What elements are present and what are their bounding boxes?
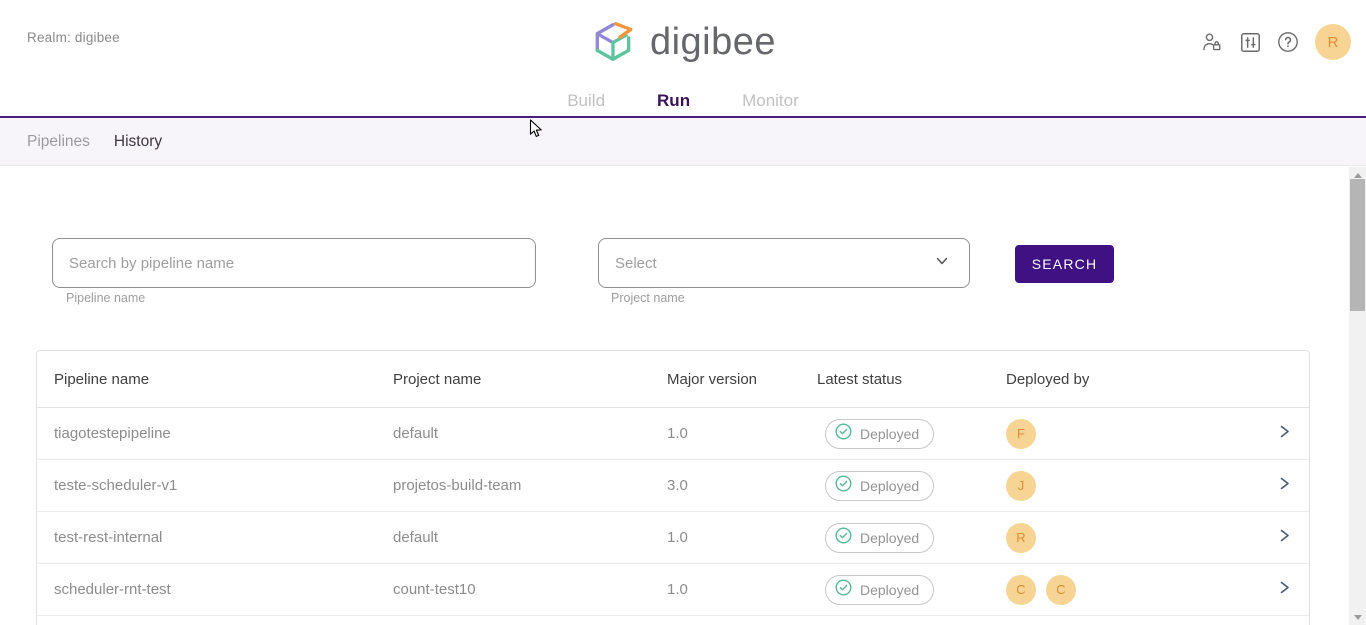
col-major-version: Major version xyxy=(667,371,817,388)
main-nav: Build Run Monitor xyxy=(0,91,1366,111)
release-notes-icon[interactable] xyxy=(1239,31,1261,53)
deployer-avatar: R xyxy=(1006,523,1036,553)
deployments-table: Pipeline name Project name Major version… xyxy=(36,350,1310,625)
pipeline-name-helper: Pipeline name xyxy=(66,291,145,305)
major-version-cell: 3.0 xyxy=(667,477,817,494)
project-name-cell: default xyxy=(393,529,667,546)
table-header-row: Pipeline name Project name Major version… xyxy=(37,351,1309,408)
deployer-avatar: F xyxy=(1006,419,1036,449)
status-label: Deployed xyxy=(860,582,919,598)
chevron-right-icon xyxy=(1277,580,1292,599)
chevron-right-icon xyxy=(1277,528,1292,547)
row-chevron[interactable] xyxy=(1262,580,1292,599)
chevron-down-icon xyxy=(933,252,951,274)
table-row[interactable]: teste-scheduler-v1 projetos-build-team 3… xyxy=(37,460,1309,512)
check-circle-icon xyxy=(835,475,852,496)
status-badge: Deployed xyxy=(825,523,934,553)
table-row[interactable]: test-rest-internal default 1.0 Deployed … xyxy=(37,512,1309,564)
header-icons: R xyxy=(1201,24,1351,60)
deployer-avatar: C xyxy=(1006,575,1036,605)
search-button[interactable]: SEARCH xyxy=(1015,245,1114,283)
chevron-right-icon xyxy=(1277,424,1292,443)
check-circle-icon xyxy=(835,579,852,600)
row-chevron[interactable] xyxy=(1262,528,1292,547)
col-deployed-by: Deployed by xyxy=(1006,371,1262,388)
tab-monitor[interactable]: Monitor xyxy=(742,91,799,111)
chevron-right-icon xyxy=(1277,476,1292,495)
deployer-avatar: C xyxy=(1046,575,1076,605)
check-circle-icon xyxy=(835,423,852,444)
latest-status-cell: Deployed xyxy=(817,523,1006,553)
tab-run[interactable]: Run xyxy=(657,91,690,111)
major-version-cell: 1.0 xyxy=(667,425,817,442)
status-badge: Deployed xyxy=(825,575,934,605)
status-label: Deployed xyxy=(860,530,919,546)
deployed-by-cell: F xyxy=(1006,419,1262,449)
deployed-by-cell: R xyxy=(1006,523,1262,553)
subnav-item-pipelines[interactable]: Pipelines xyxy=(27,133,90,151)
digibee-cube-icon xyxy=(590,20,636,69)
user-avatar[interactable]: R xyxy=(1315,24,1351,60)
major-version-cell: 1.0 xyxy=(667,529,817,546)
brand-logo: digibee xyxy=(590,20,776,69)
vertical-scrollbar[interactable] xyxy=(1349,167,1366,625)
pipeline-name-cell: scheduler-rnt-test xyxy=(54,581,393,598)
project-select-value: Select xyxy=(615,255,657,272)
user-lock-icon[interactable] xyxy=(1201,31,1223,53)
search-input[interactable] xyxy=(52,238,536,288)
status-badge: Deployed xyxy=(825,419,934,449)
latest-status-cell: Deployed xyxy=(817,419,1006,449)
status-badge: Deployed xyxy=(825,471,934,501)
deployed-by-cell: CC xyxy=(1006,575,1262,605)
mouse-cursor xyxy=(529,119,544,145)
row-chevron[interactable] xyxy=(1262,424,1292,443)
latest-status-cell: Deployed xyxy=(817,575,1006,605)
table-row[interactable]: tiagotestepipeline default 1.0 Deployed … xyxy=(37,408,1309,460)
col-project-name: Project name xyxy=(393,371,667,388)
project-name-cell: default xyxy=(393,425,667,442)
brand-wordmark: digibee xyxy=(650,23,776,67)
pipeline-name-cell: test-rest-internal xyxy=(54,529,393,546)
scrollbar-down-arrow[interactable] xyxy=(1349,609,1366,625)
digibee-run-history-page: Realm: digibee digibee Build Run Monitor xyxy=(0,0,1366,625)
realm-label: Realm: digibee xyxy=(27,30,120,45)
project-select[interactable]: Select xyxy=(598,238,970,288)
project-name-helper: Project name xyxy=(611,291,685,305)
deployer-avatar: J xyxy=(1006,471,1036,501)
project-name-cell: projetos-build-team xyxy=(393,477,667,494)
status-label: Deployed xyxy=(860,478,919,494)
latest-status-cell: Deployed xyxy=(817,471,1006,501)
table-body: tiagotestepipeline default 1.0 Deployed … xyxy=(37,408,1309,616)
status-label: Deployed xyxy=(860,426,919,442)
major-version-cell: 1.0 xyxy=(667,581,817,598)
table-row[interactable]: scheduler-rnt-test count-test10 1.0 Depl… xyxy=(37,564,1309,616)
subnav: Pipelines History xyxy=(0,116,1366,166)
help-icon[interactable] xyxy=(1277,31,1299,53)
pipeline-name-cell: tiagotestepipeline xyxy=(54,425,393,442)
scrollbar-thumb[interactable] xyxy=(1350,179,1365,311)
check-circle-icon xyxy=(835,527,852,548)
tab-build[interactable]: Build xyxy=(567,91,605,111)
pipeline-name-cell: teste-scheduler-v1 xyxy=(54,477,393,494)
project-name-cell: count-test10 xyxy=(393,581,667,598)
col-pipeline-name: Pipeline name xyxy=(54,371,393,388)
deployed-by-cell: J xyxy=(1006,471,1262,501)
header: Realm: digibee digibee Build Run Monitor xyxy=(0,0,1366,116)
col-latest-status: Latest status xyxy=(817,371,1006,388)
row-chevron[interactable] xyxy=(1262,476,1292,495)
subnav-item-history[interactable]: History xyxy=(114,133,162,151)
